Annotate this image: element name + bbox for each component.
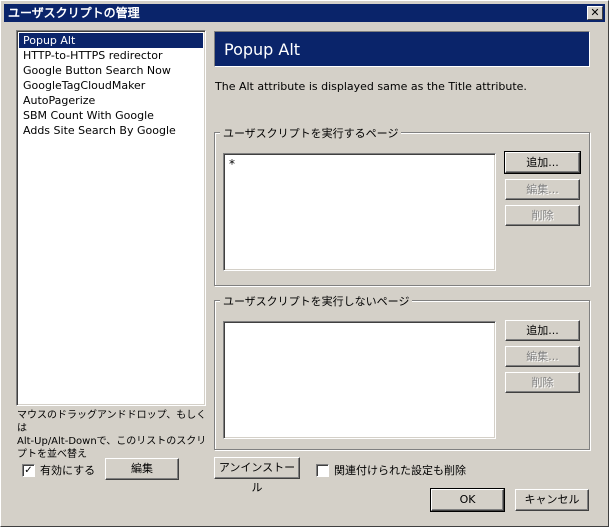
exclude-add-button[interactable]: 追加... bbox=[505, 320, 580, 341]
list-item[interactable]: Adds Site Search By Google bbox=[17, 123, 205, 138]
list-item[interactable]: SBM Count With Google bbox=[17, 108, 205, 123]
list-item[interactable]: Popup Alt bbox=[19, 33, 203, 48]
script-name-header: Popup Alt bbox=[214, 31, 590, 67]
reorder-hint: マウスのドラッグアンドドロップ、もしくは Alt-Up/Alt-Downで、この… bbox=[17, 409, 212, 461]
script-description: The Alt attribute is displayed same as t… bbox=[215, 80, 527, 93]
include-edit-button[interactable]: 編集... bbox=[505, 179, 580, 200]
list-item[interactable]: Google Button Search Now bbox=[17, 63, 205, 78]
exclude-edit-button[interactable]: 編集... bbox=[505, 346, 580, 367]
hint-line: Alt-Up/Alt-Downで、このリストのスクリ bbox=[17, 436, 207, 447]
title-bar[interactable]: ユーザスクリプトの管理 ✕ bbox=[4, 4, 605, 22]
exclude-delete-button[interactable]: 削除 bbox=[505, 372, 580, 393]
delete-settings-row[interactable]: 関連付けられた設定も削除 bbox=[316, 462, 466, 478]
close-button[interactable]: ✕ bbox=[587, 6, 603, 20]
exclude-pages-list[interactable] bbox=[223, 321, 496, 439]
hint-line: マウスのドラッグアンドドロップ、もしくは bbox=[17, 410, 207, 434]
ok-button[interactable]: OK bbox=[430, 488, 505, 512]
uninstall-button[interactable]: アンインストール bbox=[214, 457, 300, 494]
list-item[interactable]: HTTP-to-HTTPS redirector bbox=[17, 48, 205, 63]
enabled-checkbox[interactable]: ✓ bbox=[22, 463, 35, 477]
delete-settings-checkbox[interactable] bbox=[316, 463, 329, 477]
delete-settings-label: 関連付けられた設定も削除 bbox=[334, 464, 466, 477]
user-script-manager-dialog: ユーザスクリプトの管理 ✕ Popup Alt HTTP-to-HTTPS re… bbox=[0, 0, 609, 527]
enabled-label: 有効にする bbox=[40, 464, 96, 477]
include-delete-button[interactable]: 削除 bbox=[505, 205, 580, 226]
list-item[interactable]: AutoPagerize bbox=[17, 93, 205, 108]
include-pages-list[interactable]: * bbox=[223, 153, 496, 271]
script-list[interactable]: Popup Alt HTTP-to-HTTPS redirector Googl… bbox=[16, 30, 206, 406]
include-pages-label: ユーザスクリプトを実行するページ bbox=[220, 125, 402, 141]
include-add-button[interactable]: 追加... bbox=[504, 151, 581, 174]
list-item[interactable]: GoogleTagCloudMaker bbox=[17, 78, 205, 93]
exclude-pages-label: ユーザスクリプトを実行しないページ bbox=[220, 293, 413, 309]
cancel-button[interactable]: キャンセル bbox=[515, 489, 589, 511]
window-title: ユーザスクリプトの管理 bbox=[8, 6, 140, 20]
edit-script-button[interactable]: 編集 bbox=[105, 458, 179, 480]
enabled-checkbox-row[interactable]: ✓ 有効にする bbox=[22, 462, 95, 478]
